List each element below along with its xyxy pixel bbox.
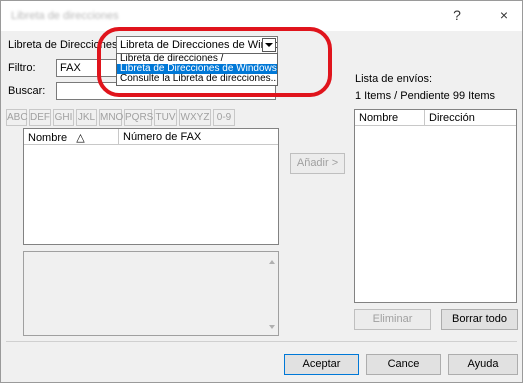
close-icon[interactable]: × <box>494 7 514 23</box>
filter-value: FAX <box>60 62 81 74</box>
send-column-header-name[interactable]: Nombre <box>355 110 425 126</box>
send-list[interactable]: Nombre Dirección <box>354 109 517 303</box>
window-title: Libreta de direcciones <box>11 10 119 22</box>
address-book-dialog: Libreta de direcciones ? × Libreta de Di… <box>0 0 523 383</box>
alpha-tab-jkl[interactable]: JKL <box>76 109 97 126</box>
add-button[interactable]: Añadir > <box>290 153 345 174</box>
alpha-tab-tuv[interactable]: TUV <box>154 109 177 126</box>
send-column-header-address[interactable]: Dirección <box>425 110 516 126</box>
column-header-name[interactable]: Nombre △ <box>24 129 119 145</box>
alpha-tab-def[interactable]: DEF <box>29 109 51 126</box>
column-header-fax-number[interactable]: Número de FAX <box>119 129 278 145</box>
help-icon[interactable]: ? <box>447 7 467 23</box>
alpha-tab-abc[interactable]: ABC <box>6 109 28 126</box>
contact-detail-panel <box>23 251 279 336</box>
alpha-tab-0-9[interactable]: 0-9 <box>213 109 235 126</box>
scroll-up-icon[interactable] <box>269 260 275 264</box>
contacts-list[interactable]: Nombre △ Número de FAX <box>23 128 279 245</box>
scroll-down-icon[interactable] <box>269 325 275 329</box>
highlight-ring <box>97 27 332 97</box>
alpha-tab-ghi[interactable]: GHI <box>53 109 74 126</box>
alpha-tab-pqrs[interactable]: PQRS <box>124 109 153 126</box>
send-list-label: Lista de envíos: <box>355 73 433 85</box>
separator <box>6 341 517 342</box>
accept-button[interactable]: Aceptar <box>284 354 359 375</box>
filter-label: Filtro: <box>8 62 36 74</box>
cancel-button[interactable]: Cance <box>366 354 441 375</box>
send-list-count: 1 Items / Pendiente 99 Items <box>355 90 496 102</box>
sort-ascending-icon: △ <box>76 132 85 144</box>
search-label: Buscar: <box>8 85 46 97</box>
alpha-tab-wxyz[interactable]: WXYZ <box>179 109 211 126</box>
help-button[interactable]: Ayuda <box>448 354 518 375</box>
alpha-tab-mno[interactable]: MNO <box>99 109 123 126</box>
delete-button[interactable]: Eliminar <box>354 309 431 330</box>
delete-all-button[interactable]: Borrar todo <box>441 309 518 330</box>
